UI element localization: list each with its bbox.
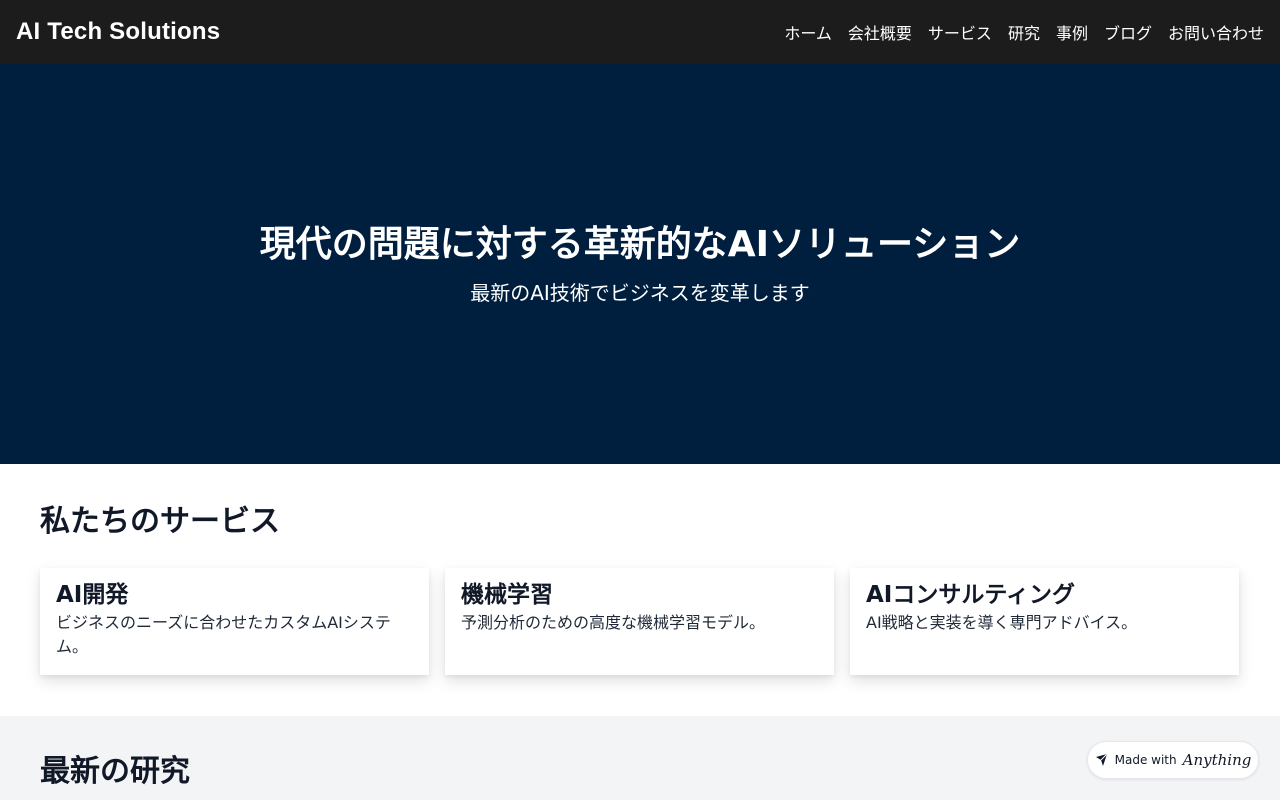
nav-services[interactable]: サービス <box>928 20 992 44</box>
service-card-ai-development: AI開発 ビジネスのニーズに合わせたカスタムAIシステム。 <box>40 568 429 675</box>
hero-subtitle: 最新のAI技術でビジネスを変革します <box>470 280 810 305</box>
anything-logo-icon <box>1095 753 1109 767</box>
service-card-title: 機械学習 <box>461 582 553 608</box>
service-card-title: AI開発 <box>56 582 129 608</box>
service-card-description: 予測分析のための高度な機械学習モデル。 <box>461 613 766 632</box>
service-card-title: AIコンサルティング <box>866 582 1075 608</box>
made-with-anything-badge[interactable]: Made with Anything <box>1087 741 1259 779</box>
nav-research[interactable]: 研究 <box>1008 20 1040 44</box>
site-header: AI Tech Solutions ホーム 会社概要 サービス 研究 事例 ブロ… <box>0 0 1280 64</box>
services-cards: AI開発 ビジネスのニーズに合わせたカスタムAIシステム。 機械学習 予測分析の… <box>40 568 1240 675</box>
main-nav: ホーム 会社概要 サービス 研究 事例 ブログ お問い合わせ <box>784 20 1264 44</box>
nav-contact[interactable]: お問い合わせ <box>1168 20 1264 44</box>
hero-title: 現代の問題に対する革新的なAIソリューション <box>259 224 1021 266</box>
brand-logo[interactable]: AI Tech Solutions <box>16 18 220 46</box>
hero-section: 現代の問題に対する革新的なAIソリューション 最新のAI技術でビジネスを変革しま… <box>0 64 1280 464</box>
services-section: 私たちのサービス AI開発 ビジネスのニーズに合わせたカスタムAIシステム。 機… <box>0 464 1280 716</box>
service-card-description: ビジネスのニーズに合わせたカスタムAIシステム。 <box>56 613 391 656</box>
service-card-ai-consulting: AIコンサルティング AI戦略と実装を導く専門アドバイス。 <box>850 568 1239 675</box>
service-card-machine-learning: 機械学習 予測分析のための高度な機械学習モデル。 <box>445 568 834 675</box>
service-card-description: AI戦略と実装を導く専門アドバイス。 <box>866 613 1138 632</box>
nav-blog[interactable]: ブログ <box>1104 20 1152 44</box>
nav-cases[interactable]: 事例 <box>1056 20 1088 44</box>
nav-home[interactable]: ホーム <box>784 20 832 44</box>
research-heading: 最新の研究 <box>40 754 190 789</box>
nav-about[interactable]: 会社概要 <box>848 20 912 44</box>
badge-brand: Anything <box>1182 751 1252 769</box>
services-heading: 私たちのサービス <box>40 504 280 539</box>
badge-prefix: Made with <box>1114 753 1177 767</box>
